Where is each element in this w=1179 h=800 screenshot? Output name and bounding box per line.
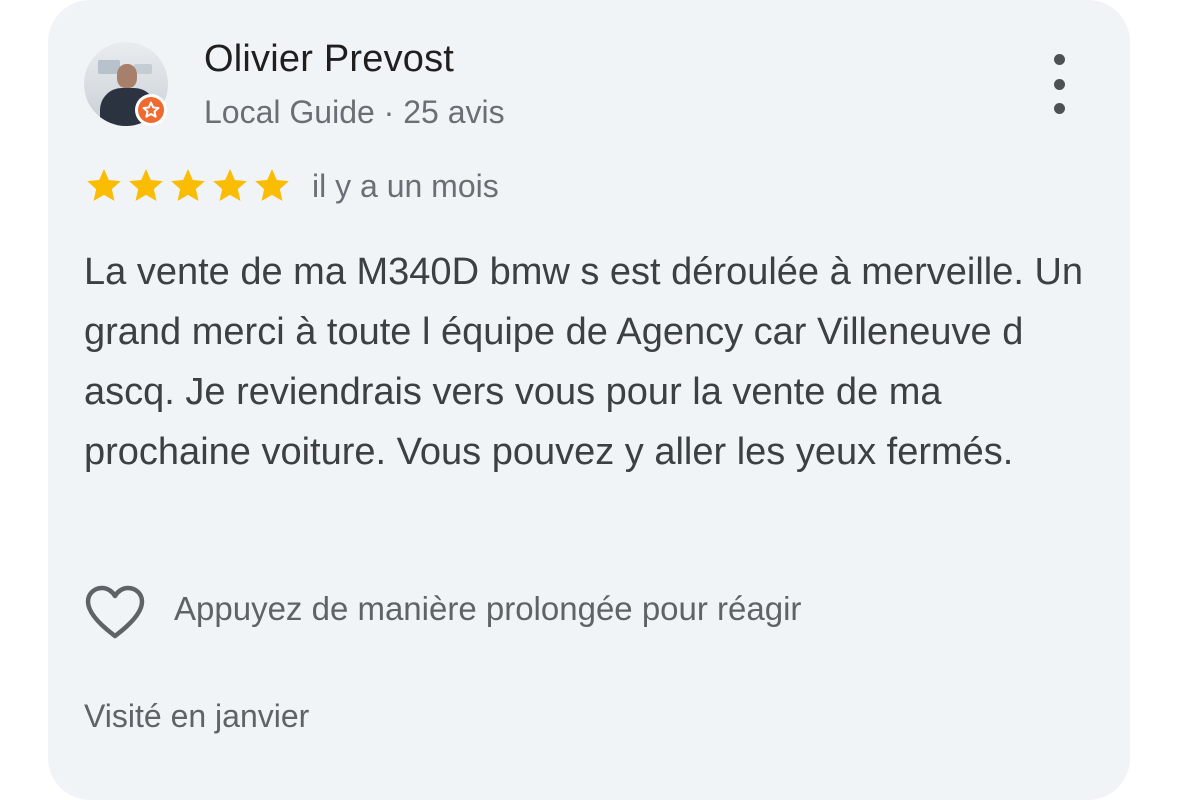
review-time: il y a un mois bbox=[312, 168, 499, 204]
star-icon bbox=[126, 166, 166, 206]
star-icon bbox=[210, 166, 250, 206]
visited-date: Visité en janvier bbox=[84, 698, 310, 734]
local-guide-badge bbox=[135, 94, 167, 126]
review-text: La vente de ma M340D bmw s est déroulée … bbox=[84, 251, 1084, 473]
react-label[interactable]: Appuyez de manière prolongée pour réagir bbox=[174, 590, 801, 628]
vertical-dots-icon bbox=[1053, 54, 1065, 65]
heart-outline-icon bbox=[84, 584, 146, 645]
local-guide-star-icon bbox=[138, 97, 164, 123]
star-icon bbox=[252, 166, 292, 206]
star-icon bbox=[168, 166, 208, 206]
more-options-button[interactable] bbox=[1040, 54, 1078, 114]
vertical-dots-icon bbox=[1053, 78, 1065, 90]
reviewer-meta: Local Guide · 25 avis bbox=[204, 94, 505, 130]
reviewer-name[interactable]: Olivier Prevost bbox=[204, 38, 454, 81]
avatar-head bbox=[117, 64, 137, 88]
star-icon bbox=[84, 166, 124, 206]
star-rating bbox=[84, 166, 292, 206]
vertical-dots-icon bbox=[1053, 103, 1065, 114]
react-button[interactable] bbox=[84, 584, 146, 645]
